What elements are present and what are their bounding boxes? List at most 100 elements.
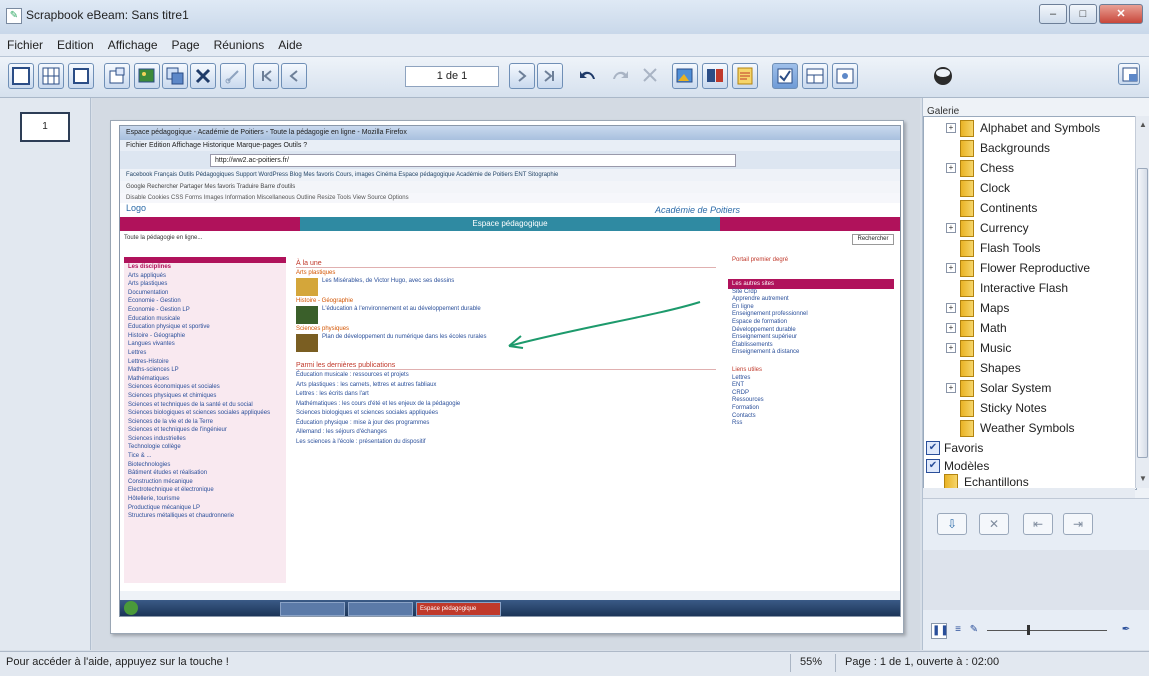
cut-button[interactable] [220,63,246,89]
browser-screenshot[interactable]: Espace pédagogique - Académie de Poitier… [119,125,901,617]
page-counter[interactable]: 1 de 1 [405,66,499,87]
annotation-arrow[interactable] [505,296,705,356]
gallery-item[interactable]: + Currency [946,219,1029,237]
gallery-item[interactable]: Continents [960,199,1037,217]
gallery-hscrollbar[interactable] [923,488,1135,498]
menu-affichage[interactable]: Affichage [101,38,165,52]
canvas-area[interactable]: Espace pédagogique - Académie de Poitier… [92,98,920,650]
menu-edition[interactable]: Edition [50,38,101,52]
page-thumbnail[interactable]: 1 [20,112,70,142]
dock-panel-button[interactable] [1118,63,1140,85]
expand-icon[interactable]: + [946,303,956,313]
delete-page-button[interactable] [190,63,216,89]
gallery-item[interactable]: + Flower Reproductive [946,259,1090,277]
underline-icon[interactable]: ≡ [951,623,965,637]
first-page-button[interactable] [253,63,279,89]
menu-reunions[interactable]: Réunions [207,38,272,52]
gallery-scrollbar[interactable]: ▲ ▼ [1135,116,1149,488]
expand-icon[interactable]: + [946,323,956,333]
slider-knob[interactable] [1027,625,1030,635]
notes-tool-button[interactable] [732,63,758,89]
folder-icon [960,259,974,277]
expand-icon[interactable]: + [946,263,956,273]
clear-icon[interactable] [638,63,664,89]
site-section-heading: À la une [296,260,716,268]
gallery-item[interactable]: + Music [946,339,1011,357]
gallery-root-favoris[interactable]: ✔ Favoris [926,439,983,457]
site-left-link: Biotechnologies [128,461,171,468]
gallery-item[interactable]: Weather Symbols [960,419,1074,437]
templates-check-icon: ✔ [926,459,940,473]
copy-page-button[interactable] [162,63,188,89]
redo-button[interactable] [607,63,633,89]
gallery-item[interactable]: Flash Tools [960,239,1040,257]
scroll-thumb[interactable] [1137,168,1148,458]
full-screen-button[interactable] [68,63,94,89]
maximize-button[interactable]: □ [1069,4,1097,24]
status-page: Page : 1 de 1, ouverte à : 02:00 [845,656,1000,668]
undo-button[interactable] [575,63,601,89]
previous-page-button[interactable] [281,63,307,89]
folder-icon [960,159,974,177]
move-left-button[interactable]: ⇤ [1023,513,1053,535]
gallery-item[interactable]: Clock [960,179,1010,197]
site-subheading: Arts plastiques [296,270,336,276]
site-left-link: Sciences économiques et sociales [128,384,220,391]
site-band-title: Espace pédagogique [300,217,720,231]
minimize-button[interactable]: – [1039,4,1067,24]
scrapbook-page[interactable]: Espace pédagogique - Académie de Poitier… [110,120,904,634]
gallery-item[interactable]: + Chess [946,159,1014,177]
gallery-item[interactable]: Interactive Flash [960,279,1068,297]
size-slider[interactable] [987,625,1107,635]
gallery-item[interactable]: Backgrounds [960,139,1050,157]
expand-icon[interactable]: + [946,343,956,353]
image-tool-button[interactable] [672,63,698,89]
new-page-button[interactable] [104,63,130,89]
document-tool-button[interactable] [702,63,728,89]
gallery-tools: ⇩ ✕ ⇤ ⇥ [923,498,1149,551]
scroll-up-icon[interactable]: ▲ [1139,120,1147,129]
menu-fichier[interactable]: Fichier [0,38,50,52]
article-link: L'éducation à l'environnement et au déve… [322,306,481,312]
gallery-item-label: Clock [980,181,1011,195]
menu-aide[interactable]: Aide [271,38,309,52]
layout-view-button[interactable] [802,63,828,89]
scroll-down-icon[interactable]: ▼ [1139,474,1147,483]
site-left-link: Mathématiques [128,375,170,382]
expand-icon[interactable]: + [946,163,956,173]
next-page-button[interactable] [509,63,535,89]
pause-icon[interactable]: ❚❚ [931,623,949,639]
site-left-link: Productique mécanique LP [128,504,201,511]
site-left-link: Économie - Gestion [128,298,181,305]
site-right-link: Enseignement supérieur [732,334,798,341]
move-right-button[interactable]: ⇥ [1063,513,1093,535]
taskbar-item [280,602,345,616]
gallery-item[interactable]: + Maps [946,299,1009,317]
screen-capture-button[interactable] [832,63,858,89]
gallery-item[interactable]: + Solar System [946,379,1051,397]
site-right-link: Développement durable [732,326,796,333]
gallery-item[interactable]: Shapes [960,359,1021,377]
import-gallery-button[interactable]: ⇩ [937,513,967,535]
pen-icon[interactable]: ✎ [967,623,981,637]
expand-icon[interactable]: + [946,223,956,233]
menu-page[interactable]: Page [165,38,207,52]
gallery-item[interactable]: + Math [946,319,1007,337]
gallery-item[interactable]: + Alphabet and Symbols [946,119,1100,137]
site-right-link: Espace de formation [732,318,788,325]
pen-color-icon[interactable]: ✒ [1119,623,1133,637]
insert-image-button[interactable] [134,63,160,89]
gallery-root-label: Echantillons [964,475,1029,489]
grid-view-button[interactable] [38,63,64,89]
site-left-link: Lettres-Histoire [128,358,169,365]
gallery-icon[interactable] [930,63,956,89]
site-left-link: Sciences industrielles [128,435,186,442]
last-page-button[interactable] [537,63,563,89]
expand-icon[interactable]: + [946,123,956,133]
remove-gallery-button[interactable]: ✕ [979,513,1009,535]
expand-icon[interactable]: + [946,383,956,393]
close-button[interactable]: ✕ [1099,4,1143,24]
gallery-item[interactable]: Sticky Notes [960,399,1047,417]
single-page-view-button[interactable] [8,63,34,89]
checkbox-view-button[interactable] [772,63,798,89]
